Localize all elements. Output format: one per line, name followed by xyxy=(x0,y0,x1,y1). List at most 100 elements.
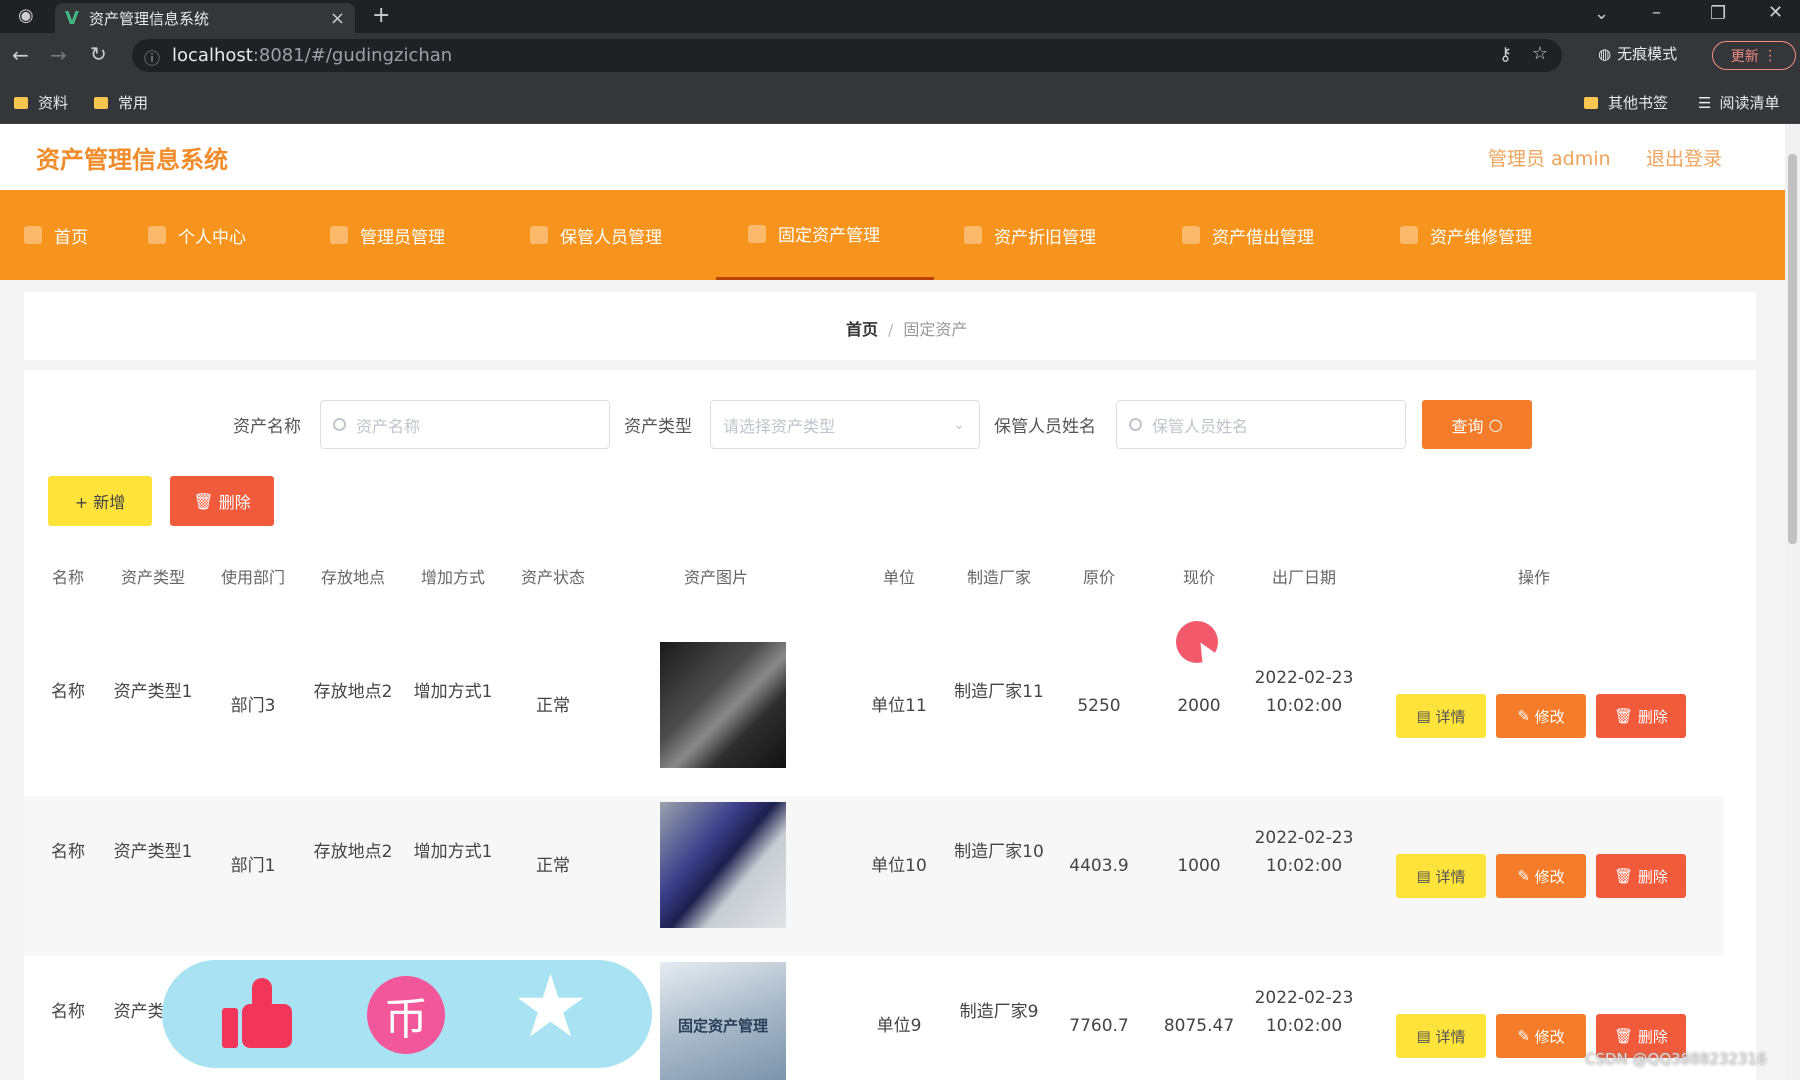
nav-depreciation[interactable]: 资产折旧管理 xyxy=(964,190,1096,280)
update-button[interactable]: 更新 ⋮ xyxy=(1712,41,1796,70)
cell-method: 增加方式1 xyxy=(413,682,493,702)
nav-admin[interactable]: 管理员管理 xyxy=(330,190,445,280)
cell-orig-price: 5250 xyxy=(1077,696,1121,716)
browser-tab-bar: ◉ V 资产管理信息系统 × + ⌄ – ❐ ✕ xyxy=(0,0,1800,33)
batch-delete-button[interactable]: 🗑 删除 xyxy=(170,476,274,526)
close-tab-icon[interactable]: × xyxy=(330,8,345,29)
nav-home[interactable]: 首页 xyxy=(24,190,88,280)
col-dept: 使用部门 xyxy=(220,568,285,587)
cell-maker: 制造厂家9 xyxy=(959,1002,1039,1022)
cell-dept: 部门3 xyxy=(230,696,276,716)
cell-unit: 单位11 xyxy=(871,696,927,716)
trash-icon: 🗑 xyxy=(1614,1027,1634,1045)
nav-fixed-assets[interactable]: 固定资产管理 xyxy=(716,190,934,280)
reading-list[interactable]: ☰ 阅读清单 xyxy=(1698,92,1779,113)
box-icon xyxy=(1182,226,1200,244)
edit-button[interactable]: ✎ 修改 xyxy=(1496,1014,1586,1058)
logout-link[interactable]: 退出登录 xyxy=(1646,144,1722,171)
tab-search-icon[interactable]: ⌄ xyxy=(1594,3,1609,24)
page-scrollbar[interactable] xyxy=(1785,124,1800,1080)
detail-button[interactable]: ▤ 详情 xyxy=(1396,694,1486,738)
asset-image: 固定资产管理 xyxy=(660,962,786,1080)
back-icon[interactable]: ← xyxy=(12,43,29,67)
coin-icon[interactable]: 币 xyxy=(367,976,445,1054)
bookmark-item[interactable]: 资料 xyxy=(14,92,68,113)
nav-profile[interactable]: 个人中心 xyxy=(148,190,246,280)
nav-lending[interactable]: 资产借出管理 xyxy=(1182,190,1314,280)
cell-name: 名称 xyxy=(51,1002,85,1022)
minimize-icon[interactable]: – xyxy=(1652,2,1661,23)
close-window-icon[interactable]: ✕ xyxy=(1768,2,1783,23)
app-viewport: 资产管理信息系统 管理员 admin 退出登录 首页 个人中心 管理员管理 保管… xyxy=(0,124,1785,1080)
admin-label: 管理员 admin xyxy=(1488,148,1611,170)
app-title: 资产管理信息系统 xyxy=(36,146,228,174)
delete-button[interactable]: 🗑 删除 xyxy=(1596,854,1686,898)
browser-logo-icon: ◉ xyxy=(18,5,34,26)
address-bar[interactable]: ⓘ localhost:8081/#/gudingzichan ⚷ ☆ xyxy=(132,39,1562,72)
col-method: 增加方式 xyxy=(420,568,485,587)
forward-icon[interactable]: → xyxy=(50,43,67,67)
bookmark-item[interactable]: 常用 xyxy=(94,92,148,113)
chart-icon xyxy=(964,226,982,244)
add-button[interactable]: + 新增 xyxy=(48,476,152,526)
reload-icon[interactable]: ↻ xyxy=(90,42,107,66)
asset-name-input[interactable]: 资产名称 xyxy=(320,400,610,449)
other-bookmarks[interactable]: 其他书签 xyxy=(1584,92,1668,113)
main-nav: 首页 个人中心 管理员管理 保管人员管理 固定资产管理 资产折旧管理 资产借出管… xyxy=(0,190,1785,280)
asset-image xyxy=(660,802,786,928)
thumbs-up-icon[interactable] xyxy=(222,978,294,1050)
document-icon: ▤ xyxy=(1416,1027,1431,1045)
col-actions: 操作 xyxy=(1517,568,1550,587)
app-header: 资产管理信息系统 管理员 admin 退出登录 xyxy=(0,124,1785,190)
col-date: 出厂日期 xyxy=(1271,568,1336,587)
col-name: 名称 xyxy=(51,568,84,587)
restore-icon[interactable]: ❐ xyxy=(1710,3,1726,24)
cell-current-price: 2000 xyxy=(1177,696,1221,716)
delete-button[interactable]: 🗑 删除 xyxy=(1596,694,1686,738)
key-icon[interactable]: ⚷ xyxy=(1499,44,1512,65)
new-tab-icon[interactable]: + xyxy=(372,3,390,28)
nav-keepers[interactable]: 保管人员管理 xyxy=(530,190,662,280)
edit-button[interactable]: ✎ 修改 xyxy=(1496,854,1586,898)
browser-tab[interactable]: V 资产管理信息系统 × xyxy=(55,3,355,33)
cell-date: 2022-02-23 10:02:00 xyxy=(1254,988,1354,1036)
trash-icon: 🗑 xyxy=(193,491,214,511)
user-icon xyxy=(148,226,166,244)
site-info-icon[interactable]: ⓘ xyxy=(144,45,160,69)
bookmarks-bar: 资料 常用 其他书签 ☰ 阅读清单 xyxy=(0,78,1800,124)
pencil-icon: ✎ xyxy=(1517,1027,1530,1045)
edit-button[interactable]: ✎ 修改 xyxy=(1496,694,1586,738)
col-current-price: 现价 xyxy=(1182,568,1215,587)
cell-status: 正常 xyxy=(536,856,570,876)
cell-location: 存放地点2 xyxy=(313,842,393,862)
pencil-icon: ✎ xyxy=(1517,867,1530,885)
search-icon xyxy=(1129,418,1142,431)
reading-list-icon: ☰ xyxy=(1698,93,1712,112)
bookmark-star-icon[interactable]: ☆ xyxy=(1532,43,1548,64)
address-row: ← → ↻ ⓘ localhost:8081/#/gudingzichan ⚷ … xyxy=(0,33,1800,78)
keeper-name-input[interactable]: 保管人员姓名 xyxy=(1116,400,1406,449)
cell-current-price: 8075.47 xyxy=(1163,1016,1235,1036)
tab-title: 资产管理信息系统 xyxy=(88,9,209,28)
incognito-indicator[interactable]: ◍ 无痕模式 xyxy=(1598,43,1677,64)
folder-icon xyxy=(1584,96,1598,109)
folder-icon xyxy=(14,96,28,109)
star-icon[interactable]: ★ xyxy=(512,964,589,1050)
scrollbar-thumb[interactable] xyxy=(1788,154,1797,544)
asset-type-select[interactable]: 请选择资产类型 ⌄ xyxy=(710,400,980,449)
nav-repair[interactable]: 资产维修管理 xyxy=(1400,190,1532,280)
breadcrumb-card: 首页 / 固定资产 xyxy=(24,292,1756,360)
breadcrumb-home[interactable]: 首页 xyxy=(846,320,878,339)
cell-method: 增加方式1 xyxy=(413,842,493,862)
cell-date: 2022-02-23 10:02:00 xyxy=(1254,828,1354,876)
cell-date: 2022-02-23 10:02:00 xyxy=(1254,668,1354,716)
pencil-icon: ✎ xyxy=(1517,707,1530,725)
incognito-icon: ◍ xyxy=(1598,45,1612,63)
detail-button[interactable]: ▤ 详情 xyxy=(1396,1014,1486,1058)
cell-orig-price: 7760.7 xyxy=(1069,1016,1129,1036)
cell-current-price: 1000 xyxy=(1177,856,1221,876)
table-header: 名称 资产类型 使用部门 存放地点 增加方式 资产状态 资产图片 单位 制造厂家… xyxy=(24,548,1724,600)
detail-button[interactable]: ▤ 详情 xyxy=(1396,854,1486,898)
query-button[interactable]: 查询 ○ xyxy=(1422,400,1532,449)
pin-icon xyxy=(748,224,766,243)
